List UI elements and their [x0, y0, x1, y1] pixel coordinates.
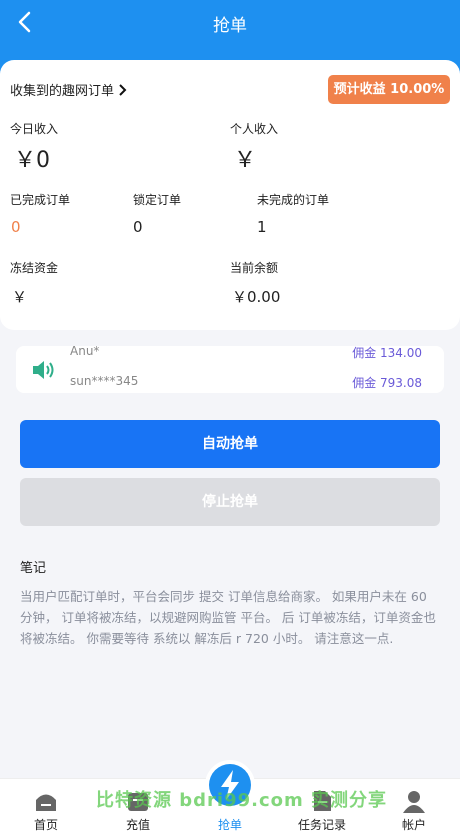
notice-user: Anu* — [70, 344, 100, 358]
frozen-funds-value: ￥ — [12, 288, 28, 306]
collect-link[interactable]: 收集到的趣网订单 — [10, 80, 128, 99]
locked-orders-value: 0 — [133, 218, 143, 236]
unfinished-orders-value: 1 — [257, 218, 267, 236]
chevron-right-icon — [119, 83, 127, 96]
personal-income-label: 个人收入 — [230, 122, 279, 136]
speaker-icon — [33, 361, 54, 379]
page-title: 抢单 — [213, 16, 247, 36]
tab-label: 抢单 — [217, 818, 242, 832]
home-icon — [36, 794, 56, 811]
expected-earnings-badge: 预计收益 10.00% — [328, 75, 450, 104]
notes-body: 当用户匹配订单时，平台会同步 提交 订单信息给商家。 如果用户未在 60 分钟，… — [20, 589, 436, 646]
notice-commission: 佣金 793.08 — [352, 376, 422, 390]
today-income-label: 今日收入 — [10, 122, 59, 136]
balance-label: 当前余额 — [230, 261, 279, 275]
watermark-text: 比特资源 bdri99.com 实测分享 — [96, 790, 388, 811]
auto-grab-button[interactable]: 自动抢单 — [20, 420, 440, 468]
locked-orders-label: 锁定订单 — [133, 193, 182, 207]
notice-user: sun****345 — [70, 374, 139, 388]
completed-orders-label: 已完成订单 — [10, 193, 71, 207]
stop-grab-button[interactable]: 停止抢单 — [20, 478, 440, 526]
frozen-funds-label: 冻结资金 — [10, 261, 59, 275]
tab-label: 充值 — [125, 818, 150, 832]
completed-orders-value: 0 — [11, 218, 21, 236]
tab-label: 首页 — [33, 818, 58, 832]
notice-commission: 佣金 134.00 — [352, 346, 422, 360]
tab-home[interactable]: 首页 — [0, 779, 92, 836]
personal-income-value: ￥ — [234, 148, 257, 173]
user-icon — [403, 791, 425, 813]
commission-notice: Anu* 佣金 134.00 sun****345 佣金 793.08 — [16, 344, 444, 393]
notes-title: 笔记 — [20, 561, 47, 576]
tab-label: 帐户 — [401, 818, 426, 832]
collect-label: 收集到的趣网订单 — [10, 84, 115, 99]
tab-label: 任务记录 — [297, 818, 346, 832]
unfinished-orders-label: 未完成的订单 — [257, 193, 330, 207]
today-income-value: ￥0 — [14, 148, 50, 173]
balance-value: ￥0.00 — [232, 288, 281, 306]
